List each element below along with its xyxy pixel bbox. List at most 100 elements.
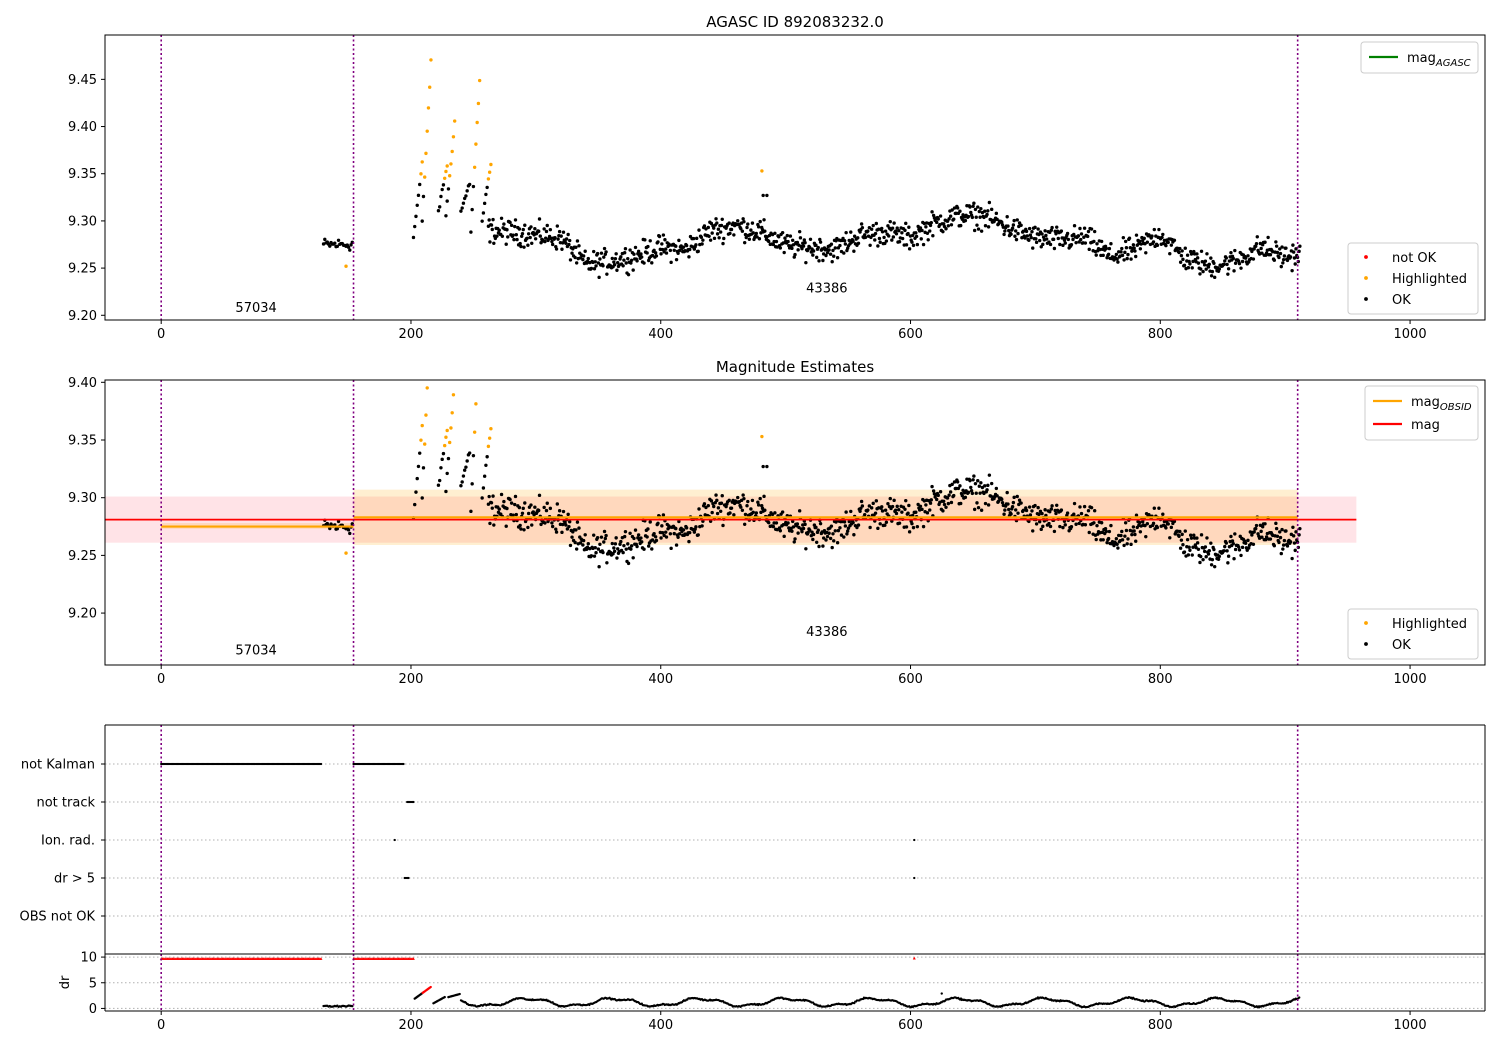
ok-point: [696, 249, 700, 254]
ok-point: [736, 219, 740, 223]
ok-point: [904, 525, 909, 529]
ok-point: [915, 242, 920, 247]
ok-point: [560, 530, 564, 535]
ok-point: [1293, 262, 1297, 266]
ok-point: [567, 524, 571, 529]
ok-point: [1199, 267, 1203, 271]
ok-point: [1201, 557, 1205, 562]
ok-point: [525, 236, 529, 240]
ok-point: [742, 220, 746, 224]
ok-point: [1288, 255, 1293, 259]
ok-point: [465, 459, 469, 463]
ok-point: [987, 200, 992, 205]
ok-point: [1225, 262, 1229, 267]
ok-point: [653, 535, 658, 539]
ok-point: [1104, 246, 1108, 251]
ok-point: [554, 527, 558, 531]
ok-point: [1126, 252, 1130, 257]
ok-point: [543, 521, 547, 525]
ok-point: [529, 225, 533, 229]
ok-point: [746, 222, 750, 226]
ok-point: [619, 539, 623, 544]
ok-point: [1224, 541, 1229, 545]
ok-point: [586, 256, 590, 261]
flag-point: [913, 838, 916, 842]
ok-point: [568, 543, 573, 548]
ok-point: [489, 223, 494, 227]
ok-point: [1236, 545, 1241, 549]
ok-point: [911, 525, 916, 530]
ok-point: [729, 227, 734, 232]
highlighted-point: [447, 440, 452, 445]
ok-point: [851, 520, 855, 525]
ok-point: [1028, 513, 1033, 517]
ok-point: [771, 524, 776, 529]
ok-point: [1240, 545, 1245, 550]
ok-point: [471, 184, 476, 189]
ok-point: [1041, 242, 1045, 247]
ok-point: [556, 237, 560, 241]
highlighted-point: [447, 174, 452, 178]
ok-point: [1145, 522, 1150, 526]
x-tick-label: 600: [898, 327, 923, 342]
ok-point: [747, 237, 752, 241]
ok-point: [1212, 261, 1216, 266]
ok-point: [763, 229, 767, 233]
ok-point: [681, 528, 686, 532]
ok-point: [873, 238, 877, 242]
ok-point: [492, 241, 496, 245]
ok-point: [508, 497, 512, 502]
ok-point: [592, 554, 597, 558]
ok-point: [509, 501, 514, 505]
ok-point: [499, 492, 504, 497]
legend-point-swatch: [1364, 297, 1368, 301]
ok-point: [931, 489, 936, 493]
ok-point: [728, 231, 732, 236]
ok-point: [972, 228, 977, 233]
ok-point: [1039, 527, 1043, 532]
ok-point: [811, 532, 816, 537]
ok-point: [1044, 237, 1049, 241]
ok-point: [1048, 524, 1053, 529]
ok-point: [1056, 236, 1060, 241]
ok-point: [661, 233, 666, 237]
dr-point: [940, 992, 943, 995]
highlighted-point: [442, 443, 447, 448]
ok-point: [816, 528, 820, 532]
ok-point: [719, 501, 724, 505]
highlighted-point: [477, 352, 480, 355]
ok-point: [938, 214, 943, 218]
ok-point: [632, 536, 636, 541]
ok-point: [739, 505, 743, 509]
ok-point: [762, 494, 766, 499]
ok-point: [497, 228, 501, 232]
ok-point: [605, 561, 609, 565]
y-tick-label: 9.25: [68, 262, 97, 277]
ok-point: [1109, 242, 1113, 246]
ok-point: [808, 237, 813, 241]
ok-point: [1198, 560, 1202, 565]
ok-point: [548, 227, 553, 232]
ok-point: [1047, 521, 1051, 526]
ok-point: [852, 249, 856, 253]
y-tick-label: 9.45: [68, 73, 97, 88]
ok-point: [444, 214, 448, 218]
ok-point: [603, 536, 608, 541]
legend-point-label: Highlighted: [1392, 272, 1467, 287]
ok-point: [497, 507, 501, 511]
ok-point: [631, 556, 635, 560]
ok-point: [1094, 537, 1098, 542]
ok-point: [782, 534, 786, 539]
ok-point: [1078, 505, 1082, 509]
ok-point: [488, 240, 492, 244]
ok-point: [1131, 243, 1136, 247]
ok-point: [1279, 264, 1283, 269]
ok-point: [791, 238, 795, 242]
ok-point: [517, 505, 522, 510]
ok-point: [661, 513, 666, 517]
ok-point: [459, 484, 463, 488]
ok-point: [626, 561, 631, 566]
ok-point: [1277, 255, 1281, 260]
ok-point: [906, 511, 910, 515]
ok-point: [871, 223, 875, 228]
